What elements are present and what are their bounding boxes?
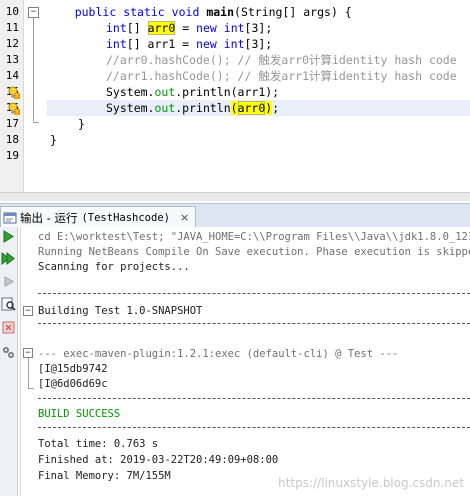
line-number: 14 — [5, 69, 19, 82]
line-number: 10 — [5, 5, 19, 18]
tab-subtitle: (TestHashcode) — [81, 211, 170, 224]
line-number: 11 — [5, 21, 19, 34]
editor-horizontal-scrollbar[interactable] — [0, 192, 470, 201]
rerun-with-options-icon[interactable] — [1, 251, 16, 266]
code-brace[interactable]: } — [78, 116, 470, 132]
code-text: .println — [175, 101, 231, 115]
fold-guide-end — [33, 122, 39, 123]
keyword: int — [223, 21, 245, 35]
output-line: Running NetBeans Compile On Save executi… — [38, 246, 470, 258]
settings-icon[interactable] — [1, 345, 16, 360]
code-text: [] arr1 = — [126, 37, 197, 51]
close-icon[interactable]: × — [180, 211, 189, 224]
fold-toggle-icon[interactable]: − — [28, 7, 39, 18]
code-line[interactable]: int[] arr1 = new int[3]; — [106, 36, 470, 52]
svg-text:!: ! — [16, 109, 18, 115]
line-number: 18 — [5, 133, 19, 146]
code-brace[interactable]: } — [50, 132, 470, 148]
code-text: [] — [126, 21, 148, 35]
output-line: Total time: 0.763 s — [38, 438, 159, 450]
code-line[interactable]: public static void main(String[] args) { — [47, 4, 470, 20]
keyword: public — [74, 5, 117, 19]
code-editor[interactable]: 10 11 12 13 14 15 16 17 18 19 − ! ! publ… — [0, 0, 470, 201]
output-line: Scanning for projects... — [38, 261, 190, 273]
code-text: [3]; — [244, 37, 273, 51]
separator — [38, 398, 470, 399]
line-number: 12 — [5, 37, 19, 50]
code-comment[interactable]: //arr1.hashCode(); // 触发arr1计算identity h… — [106, 68, 470, 84]
program-output-line: [I@15db9742 — [38, 363, 108, 375]
fold-toggle-icon[interactable]: − — [23, 306, 33, 316]
lightbulb-warning-icon[interactable]: ! — [7, 102, 20, 115]
tab-output-run[interactable]: 输出 - 运行 (TestHashcode) × — [0, 206, 197, 228]
rerun-icon[interactable] — [1, 229, 16, 244]
code-line-current[interactable]: System.out.println(arr0); — [47, 100, 470, 116]
matching-paren: ( — [230, 101, 238, 115]
separator — [38, 323, 470, 324]
find-icon[interactable] — [1, 297, 16, 312]
output-line: Building Test 1.0-SNAPSHOT — [38, 305, 203, 317]
keyword: int — [223, 37, 245, 51]
method-name: main — [206, 5, 235, 19]
svg-text:!: ! — [16, 93, 18, 99]
output-window-icon — [3, 212, 17, 223]
fold-column — [24, 0, 44, 200]
code-comment[interactable]: //arr0.hashCode(); // 触发arr0计算identity h… — [106, 52, 470, 68]
output-tab-bar: 输出 - 运行 (TestHashcode) × — [0, 203, 470, 228]
tab-title: 输出 - 运行 — [20, 210, 78, 225]
keyword: int — [106, 37, 127, 51]
variable-occurrence-highlight: arr0 — [147, 21, 176, 35]
lightbulb-warning-icon[interactable]: ! — [7, 86, 20, 99]
output-line: Finished at: 2019-03-22T20:49:09+08:00 — [38, 454, 279, 466]
code-line[interactable]: int[] arr0 = new int[3]; — [106, 20, 470, 36]
output-line: cd E:\worktest\Test; "JAVA_HOME=C:\\Prog… — [38, 231, 470, 243]
line-number: 19 — [5, 149, 19, 162]
code-text: ; — [272, 101, 280, 115]
code-text: = — [175, 21, 197, 35]
code-line[interactable]: System.out.println(arr1); — [106, 84, 470, 100]
keyword: void — [171, 5, 200, 19]
fold-guide — [33, 18, 34, 122]
fold-guide — [28, 358, 29, 388]
code-text: System. — [106, 85, 155, 99]
static-field: out — [154, 101, 176, 115]
static-field: out — [154, 85, 176, 99]
fold-guide-end — [28, 388, 34, 389]
output-console[interactable]: cd E:\worktest\Test; "JAVA_HOME=C:\\Prog… — [20, 227, 470, 496]
build-status: BUILD SUCCESS — [38, 408, 121, 420]
clear-icon[interactable] — [1, 320, 16, 335]
output-line: Final Memory: 7M/155M — [38, 470, 171, 482]
line-number: 17 — [5, 117, 19, 130]
line-number: 13 — [5, 53, 19, 66]
line-number-gutter: 10 11 12 13 14 15 16 17 18 19 — [0, 0, 24, 200]
program-output-line: [I@6d06d69c — [38, 378, 108, 390]
output-window: cd E:\worktest\Test; "JAVA_HOME=C:\\Prog… — [0, 227, 470, 496]
keyword: new — [196, 21, 217, 35]
variable-occurrence-highlight: arr0 — [237, 101, 266, 115]
keyword: new — [196, 37, 217, 51]
keyword: static — [123, 5, 165, 19]
code-text: .println(arr1); — [175, 85, 280, 99]
code-text: [3]; — [244, 21, 273, 35]
fold-toggle-icon[interactable]: − — [23, 348, 33, 358]
stop-icon[interactable] — [1, 274, 16, 289]
keyword: int — [106, 21, 127, 35]
output-line: --- exec-maven-plugin:1.2.1:exec (defaul… — [38, 348, 399, 360]
output-toolbar — [0, 227, 18, 496]
separator — [38, 293, 470, 294]
code-text: System. — [106, 101, 155, 115]
code-text: (String[] args) { — [234, 5, 352, 19]
separator — [38, 427, 470, 428]
watermark: https://linuxstyle.blog.csdn.net — [278, 476, 464, 490]
